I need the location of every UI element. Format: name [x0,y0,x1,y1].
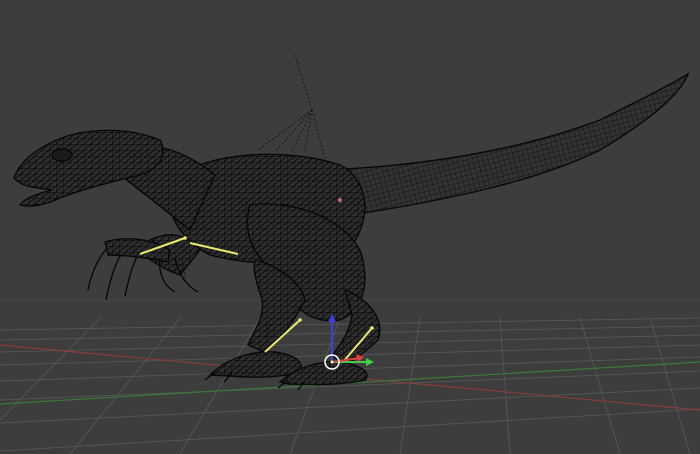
3d-viewport[interactable] [0,0,700,454]
viewport-scene[interactable] [0,0,700,454]
back-foot-mesh[interactable] [208,351,302,378]
eye-socket [51,148,73,162]
selected-joint-highlight[interactable] [338,198,342,202]
gizmo-y-arrow[interactable] [366,358,374,366]
head-mesh[interactable] [13,129,164,207]
tail-mesh[interactable] [328,72,690,216]
gizmo-center-dot [330,360,334,364]
